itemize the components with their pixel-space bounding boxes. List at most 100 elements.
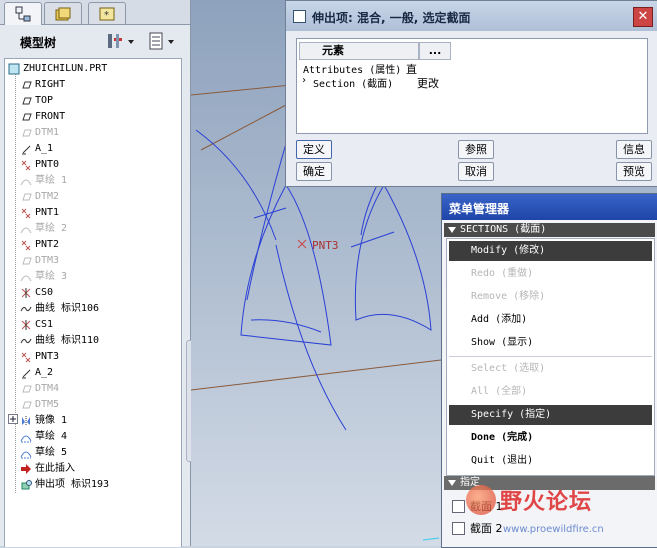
menu-item-label: Redo (重做)	[471, 268, 534, 279]
ok-button[interactable]: 确定	[296, 162, 332, 181]
tree-item-label: CS0	[35, 287, 54, 298]
sections-title: SECTIONS (截面)	[460, 224, 547, 235]
datum-point-icon	[21, 352, 31, 363]
collapse-triangle-icon	[448, 480, 456, 486]
define-button[interactable]: 定义	[296, 140, 332, 159]
tree-item-label: PNT1	[35, 207, 60, 218]
mirror-icon	[22, 416, 30, 426]
part-icon	[8, 63, 20, 75]
menu-item-label: Select (选取)	[471, 363, 546, 374]
tree-item-label: 伸出项 标识193	[35, 479, 110, 490]
coordinate-system-icon	[21, 288, 31, 298]
datum-plane-icon	[22, 97, 32, 105]
datum-point-icon	[21, 240, 31, 251]
tree-item-label: 曲线 标识106	[35, 303, 100, 314]
dialog-titlebar[interactable]: 伸出项: 混合, 一般, 选定截面 ✕	[286, 1, 657, 31]
tree-item-label: FRONT	[35, 111, 66, 122]
datum-point-icon	[21, 208, 31, 219]
sketch-icon	[20, 275, 32, 282]
close-icon[interactable]: ✕	[633, 7, 653, 27]
menu-item[interactable]: Show (显示)	[449, 333, 652, 353]
tree-item-label: 草绘 2	[35, 223, 68, 234]
menu-item[interactable]: Quit (退出)	[449, 451, 652, 471]
tree-item-label: CS1	[35, 319, 54, 330]
menu-item: Remove (移除)	[449, 287, 652, 307]
menu-item-label: Quit (退出)	[471, 455, 534, 466]
section-2-checkbox[interactable]	[452, 522, 465, 535]
forum-logo	[466, 485, 496, 515]
svg-text:*: *	[104, 10, 109, 21]
menu-item[interactable]: Add (添加)	[449, 310, 652, 330]
curve-icon	[20, 306, 32, 312]
datum-point-icon	[21, 160, 31, 171]
model-tree-title: 模型树	[20, 36, 57, 50]
tree-item-label: DTM1	[35, 127, 60, 138]
menu-item-label: Done (完成)	[471, 432, 534, 443]
element-row-section[interactable]: › Section (截面) 更改	[301, 75, 439, 90]
tree-item-label: 草绘 1	[35, 175, 68, 186]
dialog-icon	[293, 10, 306, 23]
menu-item[interactable]: Done (完成)	[449, 428, 652, 448]
sketch-icon	[20, 435, 32, 443]
element-name: Section (截面)	[313, 79, 394, 90]
chevron-right-icon: ›	[301, 75, 308, 86]
column-info[interactable]: ...	[419, 42, 451, 60]
expand-toggle[interactable]	[8, 414, 18, 424]
datum-plane-icon	[22, 401, 32, 409]
menu-manager-titlebar[interactable]: 菜单管理器	[442, 194, 657, 220]
tree-item-label: 镜像 1	[35, 415, 68, 426]
point-label: PNT3	[312, 239, 339, 252]
plus-icon	[8, 414, 18, 424]
datum-plane-icon	[22, 385, 32, 393]
preview-button[interactable]: 预览	[616, 162, 652, 181]
info-button[interactable]: 信息	[616, 140, 652, 159]
datum-plane-icon	[22, 193, 32, 201]
tab-favorites[interactable]: *	[88, 2, 126, 24]
sketch-icon	[20, 179, 32, 186]
tree-item-label: PNT2	[35, 239, 60, 250]
menu-item-label: Modify (修改)	[471, 245, 546, 256]
tree-item-label: DTM3	[35, 255, 60, 266]
menu-item[interactable]: Specify (指定)	[449, 405, 652, 425]
tree-item-label: DTM4	[35, 383, 60, 394]
tree-item-label: DTM2	[35, 191, 60, 202]
tree-item-label: 草绘 5	[35, 447, 68, 458]
datum-plane-icon	[22, 257, 32, 265]
column-element[interactable]: 元素	[299, 42, 419, 60]
section-2-label: 截面 2	[470, 522, 503, 535]
cancel-button[interactable]: 取消	[458, 162, 494, 181]
element-list: 元素 ... Attributes (属性) 直 › Section (截面) 更…	[296, 38, 648, 134]
tree-show-menu-button[interactable]	[148, 32, 178, 50]
menu-item-label: Specify (指定)	[471, 409, 552, 420]
watermark-text: 野火论坛	[500, 490, 593, 515]
menu-item[interactable]: Modify (修改)	[449, 241, 652, 261]
reference-button[interactable]: 参照	[458, 140, 494, 159]
sections-menu-list: Modify (修改) Redo (重做) Remove (移除) Add (添加) S…	[446, 238, 655, 476]
section-1-checkbox[interactable]	[452, 500, 465, 513]
model-tree[interactable]: ZHUICHILUN.PRT RIGHT TOP FRONT DTM1 A_1 PNT0 草…	[4, 58, 182, 547]
menu-separator	[449, 356, 652, 357]
datum-plane-icon	[22, 113, 32, 121]
tree-item-label: 在此插入	[35, 463, 75, 474]
element-row-attributes[interactable]: Attributes (属性) 直	[303, 61, 417, 76]
folder-icon	[55, 7, 71, 21]
tree-settings-button[interactable]	[106, 32, 136, 50]
tree-item-label: RIGHT	[35, 79, 66, 90]
tree-item-label: PNT3	[35, 351, 60, 362]
model-tree-header: 模型树	[0, 25, 190, 57]
tab-model-tree[interactable]	[4, 2, 42, 25]
element-value: 直	[406, 63, 417, 76]
element-value: 更改	[417, 77, 439, 90]
menu-manager-title: 菜单管理器	[449, 202, 510, 216]
sections-header[interactable]: SECTIONS (截面)	[444, 223, 655, 237]
tree-item-label: 草绘 3	[35, 271, 68, 282]
datum-axis-icon	[22, 145, 31, 155]
tab-folder-browser[interactable]	[44, 2, 82, 24]
menu-item-label: Add (添加)	[471, 314, 528, 325]
coordinate-system-icon	[21, 320, 31, 330]
menu-item: Select (选取)	[449, 359, 652, 379]
tree-item-label: 草绘 4	[35, 431, 68, 442]
menu-item: Redo (重做)	[449, 264, 652, 284]
curve-icon	[20, 338, 32, 344]
insert-here-arrow-icon	[21, 464, 31, 474]
